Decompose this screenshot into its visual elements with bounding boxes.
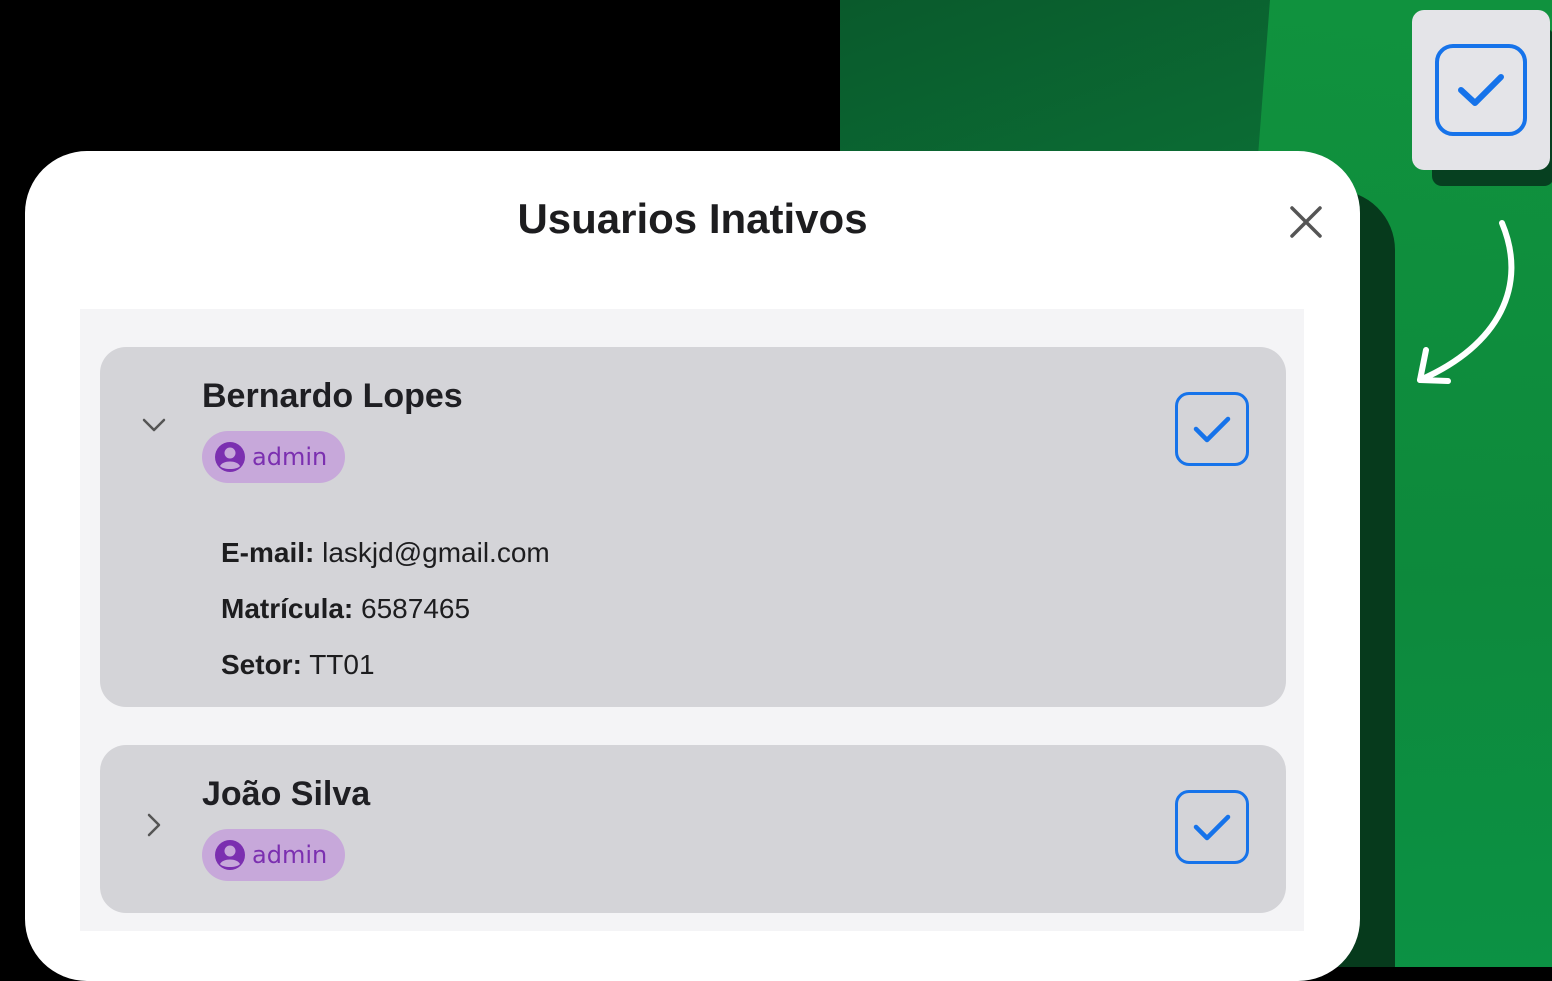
role-label: admin [252, 841, 328, 869]
curved-arrow-icon [1417, 220, 1515, 384]
matricula-label: Matrícula: [221, 593, 354, 624]
callout-checkbox[interactable] [1412, 10, 1550, 170]
user-card[interactable]: Bernardo Lopes admin E-mail: laskjd@gmai… [100, 347, 1286, 707]
user-name: João Silva [202, 775, 371, 813]
chevron-right-icon[interactable] [138, 809, 170, 841]
matricula-value: 6587465 [361, 593, 471, 624]
close-icon [1290, 206, 1322, 238]
setor-row: Setor: TT01 [221, 645, 550, 701]
user-name: Bernardo Lopes [202, 377, 463, 415]
close-button[interactable] [1283, 199, 1329, 245]
user-checkbox[interactable] [1175, 790, 1249, 864]
user-circle-icon [215, 840, 245, 870]
modal-title: Usuarios Inativos [517, 195, 868, 242]
email-label: E-mail: [221, 537, 315, 568]
user-details: E-mail: laskjd@gmail.com Matrícula: 6587… [221, 533, 550, 701]
setor-value: TT01 [309, 649, 375, 680]
inactive-users-modal: Usuarios Inativos Bernardo Lopes admin E… [25, 151, 1360, 981]
matricula-row: Matrícula: 6587465 [221, 589, 550, 645]
email-row: E-mail: laskjd@gmail.com [221, 533, 550, 589]
chevron-down-icon[interactable] [138, 409, 170, 441]
role-label: admin [252, 443, 328, 471]
user-checkbox[interactable] [1175, 392, 1249, 466]
email-value: laskjd@gmail.com [322, 537, 550, 568]
setor-label: Setor: [221, 649, 302, 680]
role-badge: admin [202, 431, 346, 483]
checkbox-checked-icon [1435, 44, 1527, 136]
role-badge: admin [202, 829, 346, 881]
user-list: Bernardo Lopes admin E-mail: laskjd@gmai… [80, 309, 1304, 931]
user-circle-icon [215, 442, 245, 472]
user-card[interactable]: João Silva admin [100, 745, 1286, 913]
